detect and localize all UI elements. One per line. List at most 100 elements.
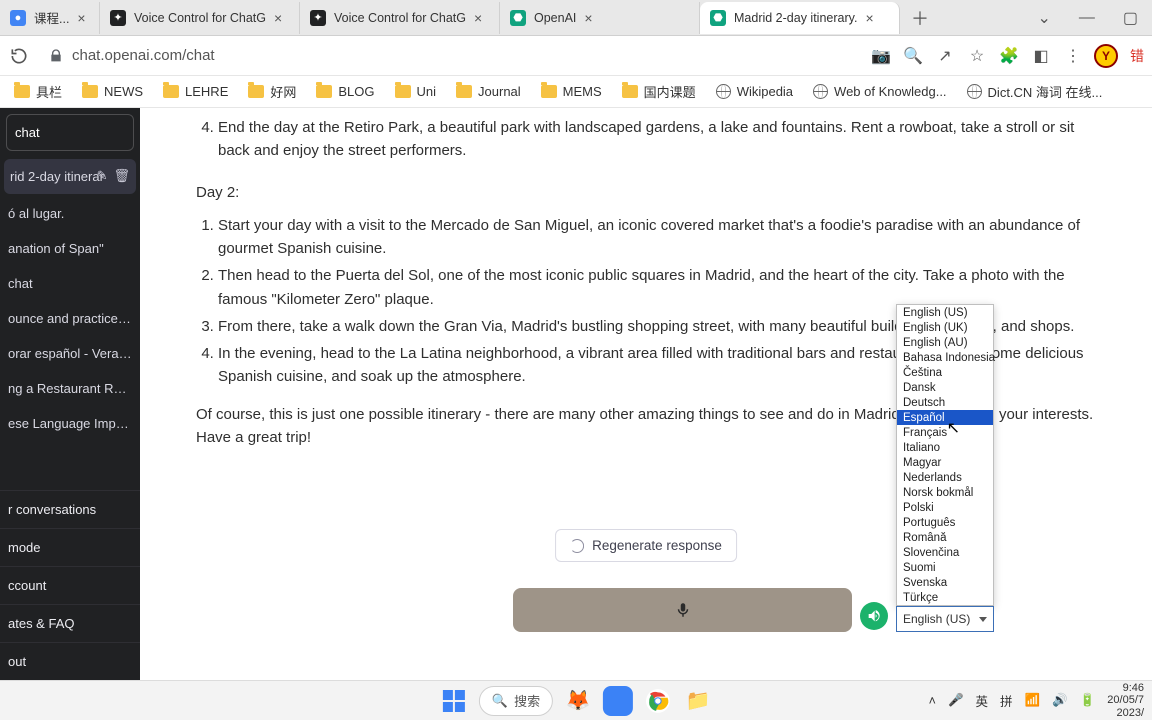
sidebar-logout[interactable]: out	[0, 642, 140, 680]
conversation-item[interactable]: ounce and practice Spa	[0, 301, 140, 336]
globe-icon	[967, 84, 982, 99]
tray-mic-icon[interactable]: 🎤	[948, 693, 964, 708]
new-chat-button[interactable]: chat	[6, 114, 134, 151]
language-option[interactable]: Čeština	[897, 365, 993, 380]
bookmark-item[interactable]: Journal	[448, 80, 529, 103]
bookmark-item[interactable]: Wikipedia	[708, 80, 801, 103]
ime-indicator-2[interactable]: 拼	[1000, 691, 1013, 710]
sidebar-dark-mode[interactable]: mode	[0, 528, 140, 566]
camera-icon[interactable]: 📷	[870, 45, 892, 67]
conversation-item[interactable]: chat	[0, 266, 140, 301]
new-chat-label: chat	[15, 125, 40, 140]
tray-chevron-icon[interactable]: ˄	[929, 694, 936, 708]
menu-icon[interactable]: ⋮	[1062, 45, 1084, 67]
bookmark-item[interactable]: 好网	[240, 78, 304, 105]
language-option[interactable]: Türkçe	[897, 590, 993, 605]
new-tab-button[interactable]: ＋	[906, 4, 934, 32]
bookmark-item[interactable]: Dict.CN 海词 在线...	[959, 78, 1111, 105]
conversation-item[interactable]: orar español - Verano	[0, 336, 140, 371]
conversation-item[interactable]: ó al lugar.	[0, 196, 140, 231]
tab-4-active[interactable]: ⬣ Madrid 2-day itinerary. ×	[700, 2, 900, 34]
search-icon[interactable]: 🔍	[902, 45, 924, 67]
language-option[interactable]: Magyar	[897, 455, 993, 470]
language-option[interactable]: Română	[897, 530, 993, 545]
language-option[interactable]: English (US)	[897, 305, 993, 320]
language-option[interactable]: Français	[897, 425, 993, 440]
ime-indicator-1[interactable]: 英	[976, 691, 989, 710]
bookmark-item[interactable]: MEMS	[533, 80, 610, 103]
tray-battery-icon[interactable]: 🔋	[1080, 693, 1096, 708]
language-option[interactable]: Suomi	[897, 560, 993, 575]
taskbar-chrome-icon[interactable]	[643, 686, 673, 716]
language-option[interactable]: Norsk bokmål	[897, 485, 993, 500]
sidebar-updates-faq[interactable]: ates & FAQ	[0, 604, 140, 642]
share-icon[interactable]: ↗	[934, 45, 956, 67]
close-icon[interactable]: ×	[474, 10, 482, 26]
taskbar-firefox-icon[interactable]: 🦊	[563, 686, 593, 716]
language-option[interactable]: Deutsch	[897, 395, 993, 410]
bookmark-item[interactable]: 具栏	[6, 78, 70, 105]
sidebar-account[interactable]: ccount	[0, 566, 140, 604]
voice-input-bar[interactable]	[513, 588, 852, 632]
tab-3[interactable]: ⬣ OpenAI ×	[500, 2, 700, 34]
tab-2[interactable]: ✦ Voice Control for ChatG ×	[300, 2, 500, 34]
taskbar-app-icon[interactable]	[603, 686, 633, 716]
taskbar-search[interactable]: 🔍 搜索	[479, 686, 553, 716]
language-option[interactable]: Italiano	[897, 440, 993, 455]
conversation-title: rid 2-day itinerar	[10, 169, 104, 184]
tab-0[interactable]: ● 课程... ×	[0, 2, 100, 34]
speaker-toggle[interactable]	[860, 602, 888, 630]
conversation-item-selected[interactable]: rid 2-day itinerar ✎ 🗑	[4, 159, 136, 194]
tray-volume-icon[interactable]: 🔊	[1052, 693, 1068, 708]
close-icon[interactable]: ×	[274, 10, 282, 26]
language-select[interactable]: English (US)	[896, 606, 994, 632]
start-button[interactable]	[439, 686, 469, 716]
regenerate-button[interactable]: Regenerate response	[555, 529, 737, 562]
close-icon[interactable]: ×	[584, 10, 592, 26]
profile-avatar[interactable]: Y	[1094, 44, 1118, 68]
bookmark-label: Dict.CN 海词 在线...	[988, 82, 1103, 101]
language-option[interactable]: Svenska	[897, 575, 993, 590]
language-dropdown-list[interactable]: English (US)English (UK)English (AU)Baha…	[896, 304, 994, 606]
window-maximize-icon[interactable]: ▢	[1109, 8, 1152, 28]
sidepanel-icon[interactable]: ◧	[1030, 45, 1052, 67]
close-icon[interactable]: ×	[865, 10, 873, 26]
conversation-item[interactable]: ng a Restaurant Reserv	[0, 371, 140, 406]
windows-logo-icon	[443, 690, 465, 712]
bookmark-item[interactable]: LEHRE	[155, 80, 236, 103]
conversation-title: chat	[8, 276, 33, 291]
tab-title: 课程...	[34, 8, 69, 27]
language-option[interactable]: Bahasa Indonesia	[897, 350, 993, 365]
conversation-item[interactable]: ese Language Importan	[0, 406, 140, 441]
trash-icon[interactable]: 🗑	[113, 168, 130, 184]
close-icon[interactable]: ×	[77, 10, 85, 26]
bookmark-item[interactable]: Uni	[387, 80, 445, 103]
url-field[interactable]: chat.openai.com/chat	[40, 43, 860, 68]
language-option[interactable]: Nederlands	[897, 470, 993, 485]
window-minimize-icon[interactable]: —	[1065, 9, 1109, 27]
tray-clock[interactable]: 9:46 20/05/7 2023/	[1107, 682, 1144, 718]
tab-title: OpenAI	[534, 11, 576, 25]
language-option[interactable]: Slovenčina	[897, 545, 993, 560]
extensions-icon[interactable]: 🧩	[998, 45, 1020, 67]
bookmark-item[interactable]: BLOG	[308, 80, 382, 103]
language-option[interactable]: Polski	[897, 500, 993, 515]
tab-overflow[interactable]: ⌄	[1023, 8, 1064, 28]
taskbar-explorer-icon[interactable]: 📁	[683, 686, 713, 716]
bookmark-item[interactable]: 国内课题	[614, 78, 704, 105]
edit-icon[interactable]: ✎	[97, 168, 108, 184]
conversation-item[interactable]: anation of Span"	[0, 231, 140, 266]
language-option[interactable]: Dansk	[897, 380, 993, 395]
language-option[interactable]: English (AU)	[897, 335, 993, 350]
bookmark-item[interactable]: NEWS	[74, 80, 151, 103]
tab-favicon: ●	[10, 10, 26, 26]
language-option[interactable]: Español	[897, 410, 993, 425]
language-option[interactable]: English (UK)	[897, 320, 993, 335]
language-option[interactable]: Português	[897, 515, 993, 530]
bookmark-item[interactable]: Web of Knowledg...	[805, 80, 955, 103]
tab-1[interactable]: ✦ Voice Control for ChatG ×	[100, 2, 300, 34]
sidebar-clear-conversations[interactable]: r conversations	[0, 490, 140, 528]
reload-button[interactable]	[8, 45, 30, 67]
tray-network-icon[interactable]: 📶	[1025, 693, 1041, 708]
bookmark-star-icon[interactable]: ☆	[966, 45, 988, 67]
